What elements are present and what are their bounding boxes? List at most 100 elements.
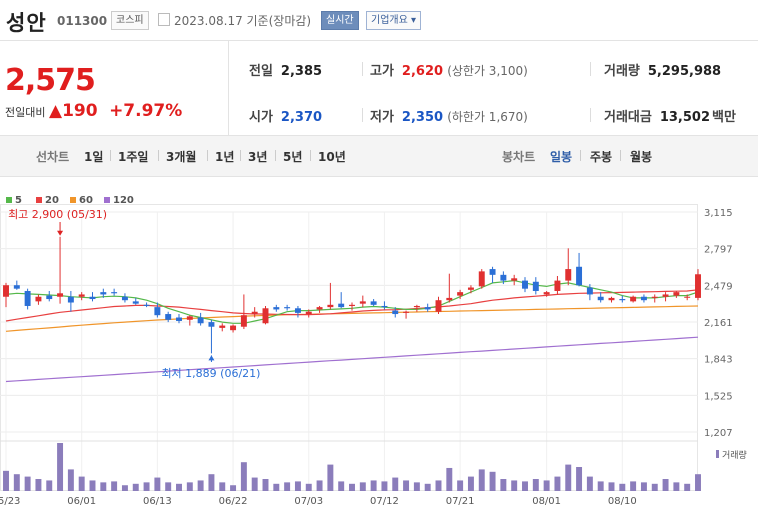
candle-body: [467, 287, 474, 290]
volume-bar: [35, 479, 42, 491]
candle-body: [511, 278, 518, 281]
x-tick-label: 06/01: [67, 496, 96, 507]
candle-body: [240, 315, 247, 327]
volume-bar: [478, 469, 485, 491]
volume-bar: [46, 480, 53, 491]
ma5-line: [5, 279, 699, 324]
volume-bar: [467, 476, 474, 491]
volume-bar: [251, 477, 258, 491]
y-tick-label: 2,161: [704, 318, 733, 329]
candle-body: [630, 296, 637, 302]
candle-body: [338, 303, 345, 308]
candle-body: [457, 292, 464, 296]
candle-body: [305, 311, 312, 315]
volume-bar: [100, 482, 107, 491]
volume-bar: [576, 467, 583, 491]
candle-body: [154, 307, 161, 316]
candle-body: [121, 296, 128, 301]
volume-bar: [597, 481, 604, 491]
candle-body: [576, 266, 583, 286]
candle-body: [186, 316, 193, 320]
candle-body: [522, 280, 528, 289]
candle-body: [176, 317, 182, 321]
candle-body: [100, 292, 107, 295]
candle-body: [435, 300, 442, 312]
volume-bar: [413, 482, 420, 491]
plot-frame: [0, 204, 698, 491]
volume-bar: [673, 482, 680, 491]
candle-body: [608, 297, 615, 301]
volume-bar: [640, 482, 647, 491]
volume-bar: [111, 481, 118, 491]
volume-bar: [186, 482, 193, 491]
volume-bar: [608, 482, 615, 491]
candle-body: [640, 296, 647, 301]
candle-body: [532, 281, 539, 291]
volume-bar: [619, 483, 626, 491]
volume-bar: [208, 474, 215, 491]
volume-bar: [695, 474, 701, 491]
volume-bar: [57, 443, 64, 491]
candle-body: [597, 296, 604, 301]
volume-bar: [370, 480, 377, 491]
x-tick-label: 08/10: [608, 496, 637, 507]
volume-bar: [586, 476, 593, 491]
candle-body: [46, 295, 53, 300]
volume-bar: [327, 464, 334, 491]
volume-bar: [165, 482, 172, 491]
volume-bar: [338, 481, 345, 491]
volume-bar: [630, 481, 637, 491]
volume-bar: [273, 483, 280, 491]
volume-bar: [392, 477, 399, 491]
volume-bar: [176, 483, 182, 491]
candle-body: [651, 296, 658, 298]
candle-body: [500, 274, 507, 281]
candle-body: [208, 322, 215, 327]
candle-body: [403, 311, 410, 313]
candle-body: [359, 301, 366, 304]
candle-body: [251, 311, 258, 315]
x-tick-label: 07/21: [446, 496, 475, 507]
y-tick-label: 1,525: [704, 391, 733, 402]
low-arrow-head: [208, 355, 215, 361]
volume-bar: [359, 482, 366, 491]
y-tick-label: 3,115: [704, 208, 733, 219]
y-tick-label: 2,797: [704, 245, 733, 256]
volume-bar: [543, 480, 550, 491]
x-tick-label: 05/23: [0, 496, 20, 507]
volume-bar: [67, 469, 74, 491]
candle-body: [143, 304, 150, 306]
volume-bar: [349, 483, 355, 491]
ma120-line: [5, 336, 699, 383]
x-tick-label: 06/22: [219, 496, 248, 507]
candle-body: [619, 299, 626, 301]
volume-bar: [78, 476, 85, 491]
candle-body: [446, 297, 453, 301]
volume-bar: [230, 485, 237, 491]
high-annotation: 최고 2,900 (05/31): [8, 208, 107, 221]
volume-legend-label: 거래량: [722, 449, 747, 461]
volume-bar: [89, 480, 96, 491]
candle-body: [554, 280, 561, 291]
volume-bar: [662, 479, 669, 491]
candle-body: [35, 296, 42, 302]
x-tick-label: 06/13: [143, 496, 172, 507]
candle-body: [370, 301, 377, 305]
candle-body: [284, 307, 291, 309]
candle-body: [673, 292, 680, 296]
volume-bar: [511, 480, 518, 491]
y-tick-label: 2,479: [704, 281, 733, 292]
candle-body: [24, 290, 31, 306]
candle-body: [695, 274, 701, 298]
candle-body: [57, 293, 64, 297]
candle-body: [565, 269, 572, 281]
volume-bar: [219, 482, 226, 491]
candle-body: [489, 269, 496, 275]
candle-body: [392, 310, 399, 315]
candle-body: [230, 325, 237, 331]
candle-body: [219, 325, 226, 328]
volume-bar: [489, 471, 496, 491]
candle-body: [165, 314, 172, 320]
volume-bar: [316, 480, 323, 491]
candle-body: [197, 317, 204, 324]
